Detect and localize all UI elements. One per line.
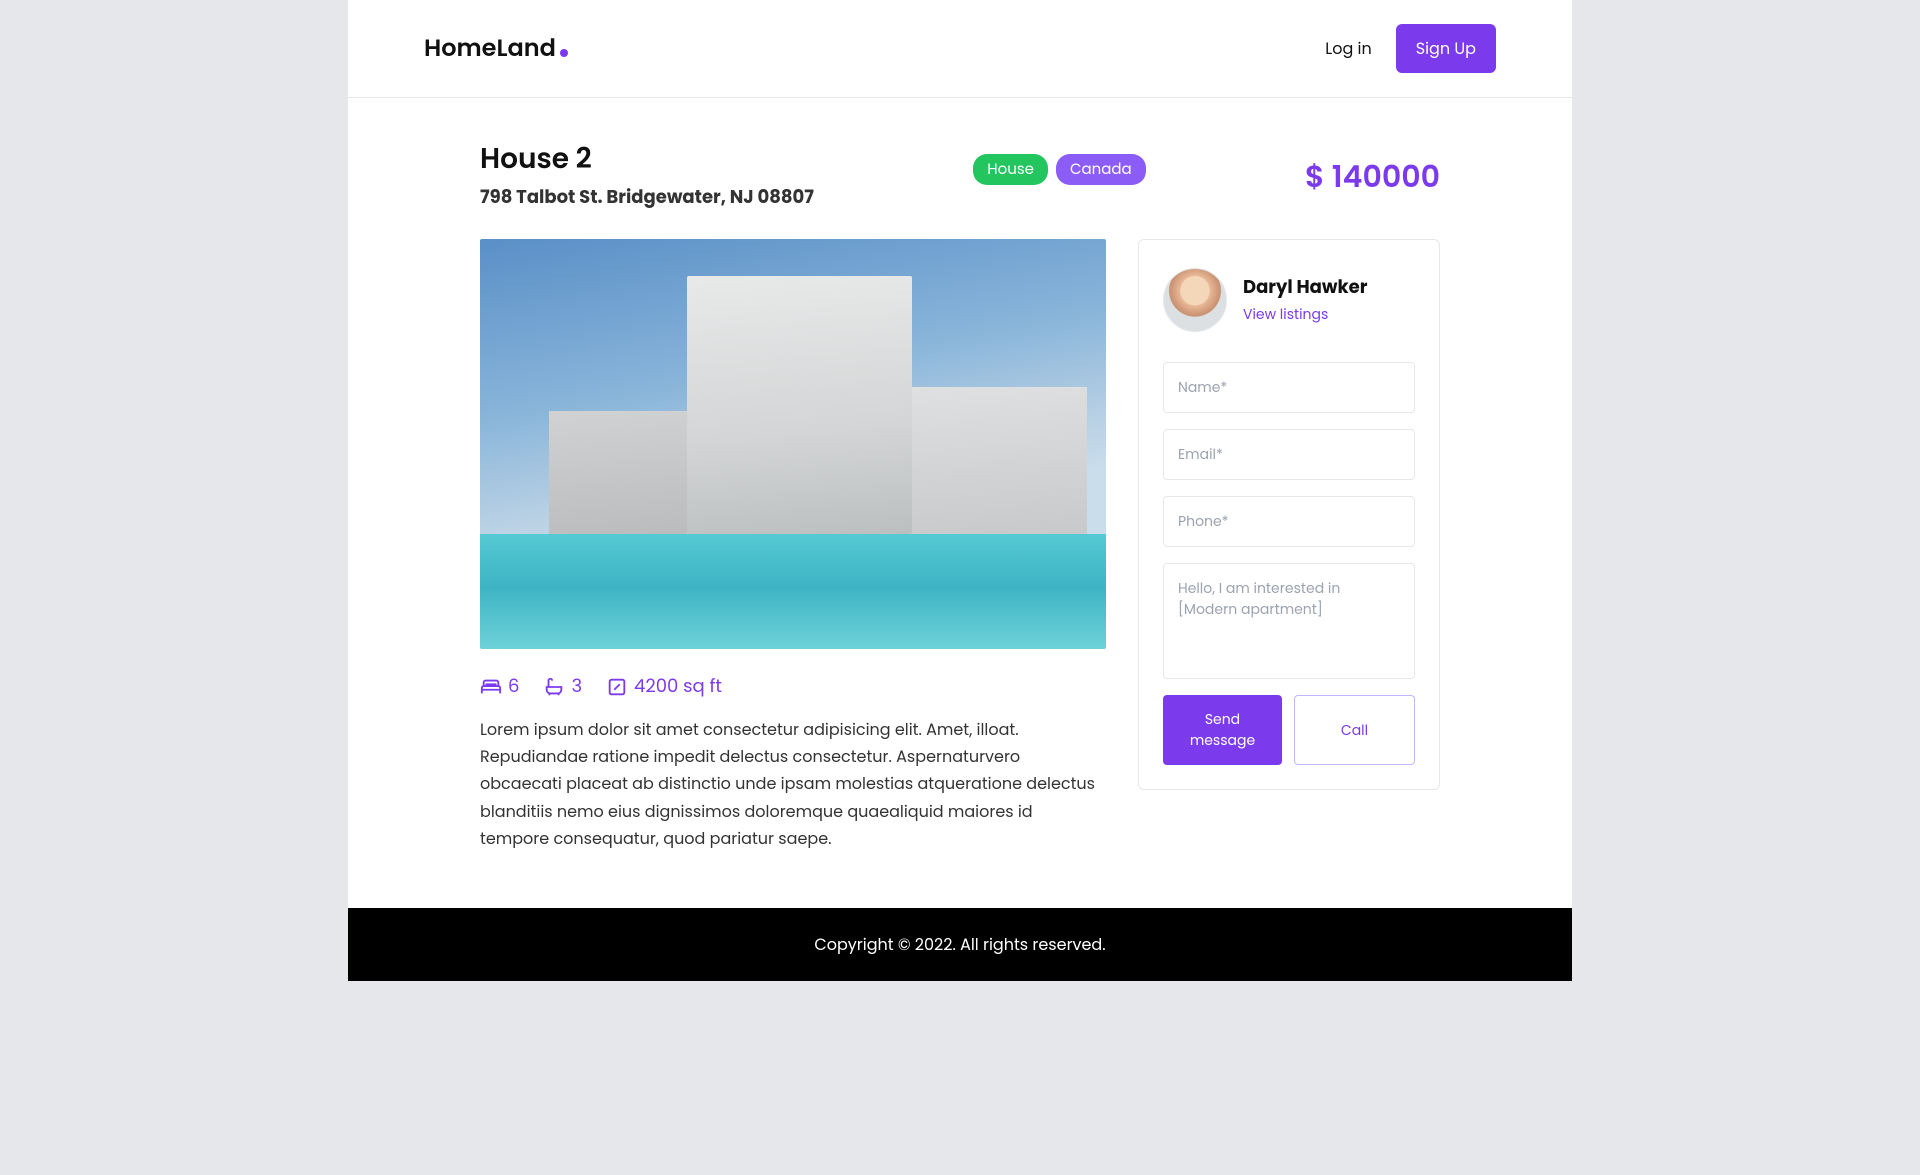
header: HomeLand Log in Sign Up (348, 0, 1572, 98)
email-field[interactable] (1163, 429, 1415, 480)
listing-address: 798 Talbot St. Bridgewater, NJ 08807 (480, 184, 814, 211)
view-listings-link[interactable]: View listings (1243, 304, 1328, 324)
area-icon (606, 676, 628, 698)
agent-card: Daryl Hawker View listings Send message (1138, 239, 1440, 790)
baths-value: 3 (571, 673, 582, 700)
agent-name: Daryl Hawker (1243, 274, 1367, 301)
bed-icon (480, 676, 502, 698)
name-field[interactable] (1163, 362, 1415, 413)
feature-baths: 3 (543, 673, 582, 700)
listing-price: $ 140000 (1305, 154, 1440, 200)
agent-avatar (1163, 268, 1227, 332)
tag-type: House (973, 154, 1048, 185)
login-link[interactable]: Log in (1325, 36, 1371, 61)
listing-image (480, 239, 1106, 649)
listing-description: Lorem ipsum dolor sit amet consectetur a… (480, 716, 1106, 852)
phone-field[interactable] (1163, 496, 1415, 547)
message-field[interactable] (1163, 563, 1415, 679)
beds-value: 6 (508, 673, 519, 700)
logo-dot-icon (560, 49, 568, 57)
call-button[interactable]: Call (1294, 695, 1415, 765)
signup-button[interactable]: Sign Up (1396, 24, 1496, 73)
feature-area: 4200 sq ft (606, 673, 722, 700)
logo-link[interactable]: HomeLand (424, 31, 568, 66)
copyright: Copyright © 2022. All rights reserved. (348, 932, 1572, 957)
send-message-button[interactable]: Send message (1163, 695, 1282, 765)
area-value: 4200 sq ft (634, 673, 722, 700)
listing-title: House 2 (480, 138, 814, 180)
footer: Copyright © 2022. All rights reserved. (348, 908, 1572, 981)
bath-icon (543, 676, 565, 698)
feature-beds: 6 (480, 673, 519, 700)
tag-country: Canada (1056, 154, 1146, 185)
contact-form: Send message Call (1163, 362, 1415, 765)
logo-text: HomeLand (424, 31, 556, 66)
